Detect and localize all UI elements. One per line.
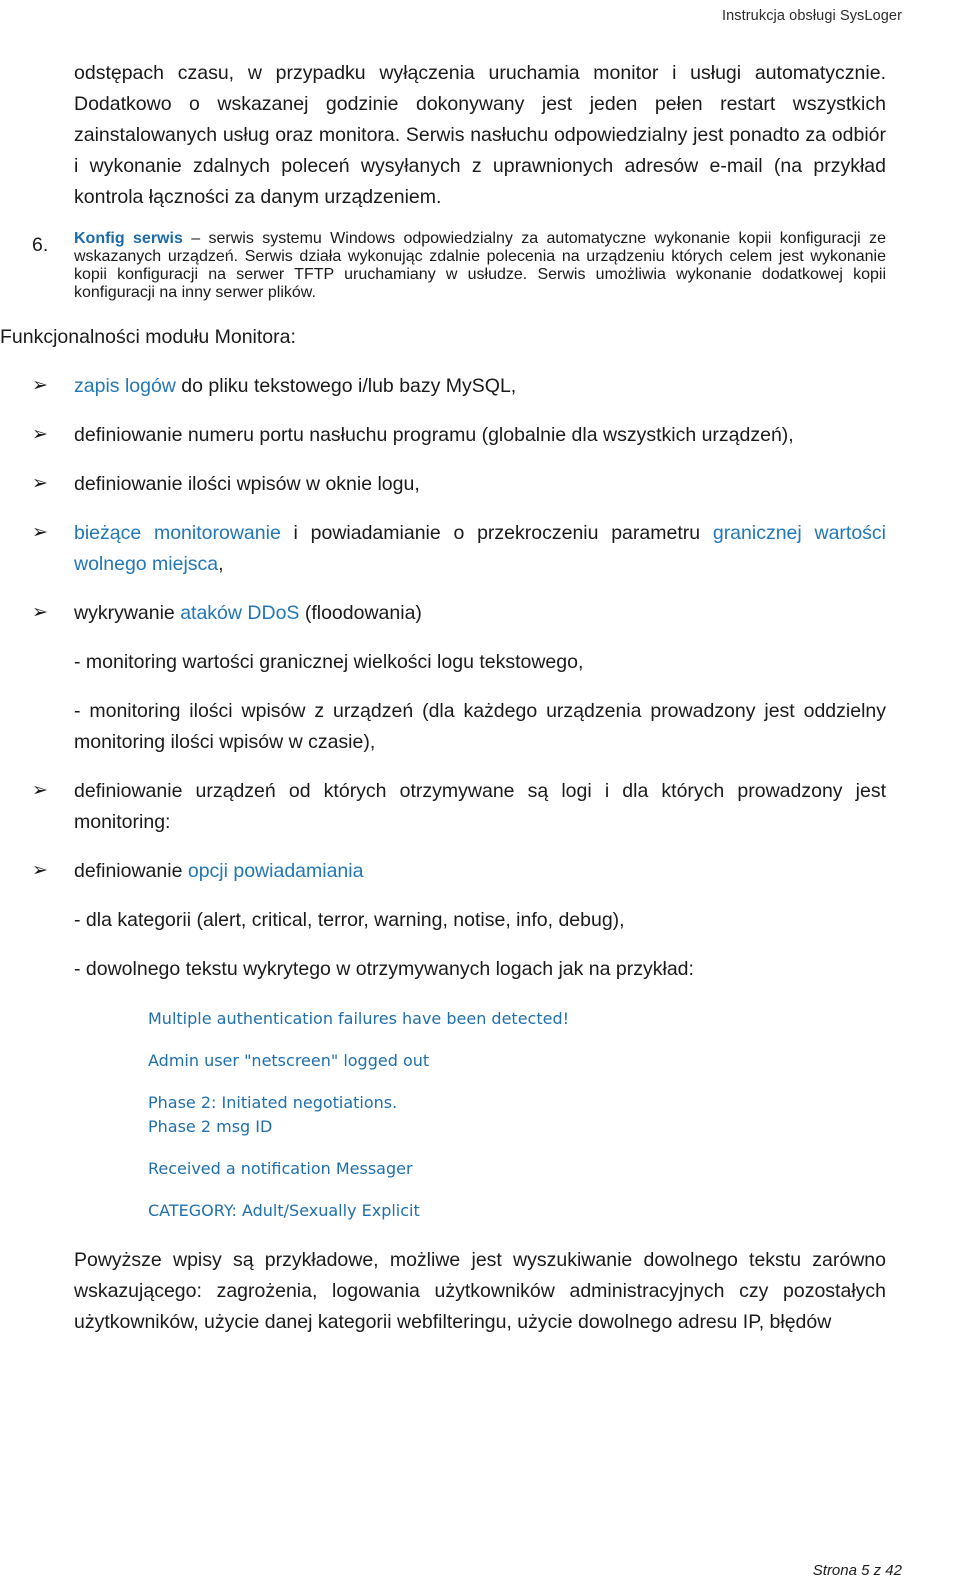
log-example-line: Phase 2 msg ID [148,1117,273,1136]
bullet-segment: definiowanie ilości wpisów w oknie logu, [74,473,420,495]
closing-paragraph: Powyższe wpisy są przykładowe, możliwe j… [74,1249,886,1333]
bullet-segment: i powiadamianie o przekroczeniu parametr… [280,522,713,544]
list-item: ➢ definiowanie urządzeń od których otrzym… [32,776,886,838]
numbered-item-dash: – [182,230,209,247]
numbered-list-item-6: 6. Konfig serwis – serwis systemu Windows… [32,230,886,302]
dash-item: - dla kategorii (alert, critical, terror… [74,909,625,931]
log-example-line: Received a notification Messager [148,1159,413,1178]
list-item: ➢ definiowanie ilości wpisów w oknie logu… [32,469,886,500]
bullet-segment: , [218,553,224,575]
bullet-segment: definiowanie numeru portu nasłuchu progr… [74,424,794,446]
list-item: ➢ definiowanie numeru portu nasłuchu prog… [32,420,886,451]
dash-item: - dowolnego tekstu wykrytego w otrzymywa… [74,958,694,980]
arrow-bullet-icon: ➢ [32,473,48,494]
bullet-segment: definiowanie urządzeń od których otrzymy… [74,780,886,833]
monitor-features-list-continued: ➢ definiowanie urządzeń od których otrzym… [0,776,944,887]
bullet-segment: (floodowania) [299,602,422,624]
section-heading-funkcjonalnosci: Funkcjonalności modułu Monitora: [0,326,296,348]
log-examples-block: Multiple authentication failures have be… [148,1007,886,1223]
bullet-segment: definiowanie [74,860,188,882]
bullet-segment: opcji powiadamiania [187,860,364,882]
arrow-bullet-icon: ➢ [32,860,48,881]
document-body: odstępach czasu, w przypadku wyłączenia … [0,58,960,1338]
list-item: ➢ definiowanie opcji powiadamiania [32,856,886,887]
log-example-line: Phase 2: Initiated negotiations. [148,1093,398,1112]
document-page: Instrukcja obsługi SysLoger odstępach cz… [0,0,960,1591]
arrow-bullet-icon: ➢ [32,522,48,543]
list-item: ➢ zapis logów do pliku tekstowego i/lub b… [32,371,886,402]
log-example-line: Admin user "netscreen" logged out [148,1051,430,1070]
dash-item: - monitoring ilości wpisów z urządzeń (d… [74,700,886,753]
bullet-segment: ataków DDoS [180,602,300,624]
bullet-segment: do pliku tekstowego i/lub bazy MySQL, [175,375,517,397]
bullet-segment: bieżące monitorowanie [74,522,281,544]
arrow-bullet-icon: ➢ [32,375,48,396]
list-item: ➢ wykrywanie ataków DDoS (floodowania) [32,598,886,629]
arrow-bullet-icon: ➢ [32,780,48,801]
arrow-bullet-icon: ➢ [32,602,48,623]
dash-item: - monitoring wartości granicznej wielkoś… [74,651,584,673]
log-example-line: Multiple authentication failures have be… [148,1009,570,1028]
list-item: ➢ bieżące monitorowanie i powiadamianie o… [32,518,886,580]
monitor-features-list: ➢ zapis logów do pliku tekstowego i/lub b… [0,371,944,629]
bullet-segment: wykrywanie [74,602,181,624]
log-example-line: CATEGORY: Adult/Sexually Explicit [148,1201,420,1220]
list-number: 6. [32,234,49,256]
konfig-serwis-term: Konfig serwis [74,230,183,247]
bullet-segment: zapis logów [74,375,176,397]
document-header: Instrukcja obsługi SysLoger [721,8,902,24]
intro-paragraph: odstępach czasu, w przypadku wyłączenia … [74,62,886,208]
arrow-bullet-icon: ➢ [32,424,48,445]
page-number-footer: Strona 5 z 42 [812,1562,902,1579]
